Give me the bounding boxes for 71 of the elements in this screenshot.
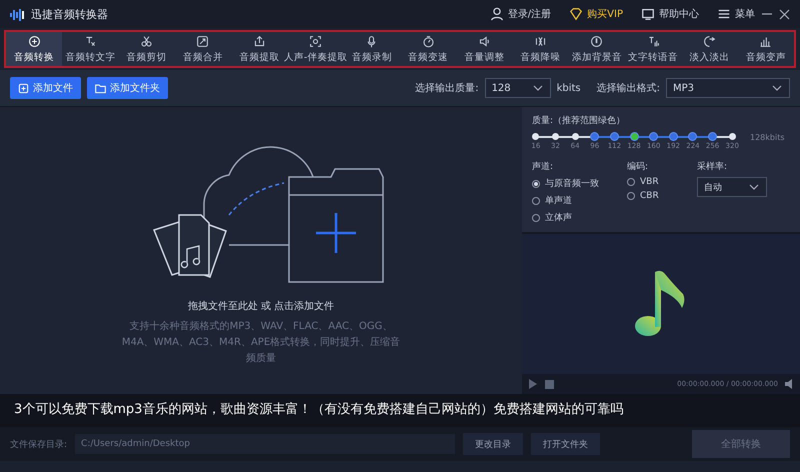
radio-option[interactable]: CBR: [627, 191, 687, 201]
slider-stop[interactable]: [552, 133, 559, 140]
user-icon: [490, 7, 504, 21]
radio-option[interactable]: 与原音频一致: [532, 177, 617, 190]
header-link[interactable]: 帮助中心: [641, 7, 699, 21]
drop-hint: 拖拽文件至此处 或 点击添加文件: [188, 300, 334, 312]
text-speech-icon: [646, 34, 660, 48]
change-dir-button[interactable]: 更改目录: [463, 433, 524, 455]
stopwatch-icon: [422, 34, 435, 48]
quality-reading: 128kbits: [750, 133, 785, 142]
toolbar-tab[interactable]: 音量调整: [456, 32, 513, 66]
play-icon[interactable]: [528, 378, 538, 390]
radio-option[interactable]: 单声道: [532, 194, 617, 207]
toolbar-tab[interactable]: 音频剪切: [118, 32, 175, 66]
radio-option[interactable]: 立体声: [532, 211, 617, 224]
radio-option[interactable]: VBR: [627, 177, 687, 187]
bar-chart-icon: [759, 34, 772, 48]
toolbar-tab[interactable]: 添加背景音: [568, 32, 626, 66]
folder-icon: [95, 82, 106, 94]
header-link[interactable]: 菜单: [717, 7, 755, 21]
speaker-icon[interactable]: [784, 378, 794, 390]
vip-link[interactable]: 购买VIP: [569, 7, 623, 21]
group-title: 声道:: [532, 160, 554, 173]
toolbar-tab[interactable]: 文字转语音: [625, 32, 682, 66]
diamond-icon: [569, 7, 584, 21]
toolbar-tab[interactable]: 音频合并: [174, 32, 232, 66]
slider-stop[interactable]: [572, 133, 579, 140]
slider-stop[interactable]: [532, 133, 540, 140]
monitor-icon: [641, 7, 655, 21]
upload-icon: [252, 34, 266, 48]
group-title: 采样率:: [697, 160, 728, 173]
slider-stop[interactable]: [591, 133, 598, 140]
slider-stop[interactable]: [670, 133, 677, 140]
sample-rate-dropdown[interactable]: 自动: [697, 177, 767, 197]
dropdown[interactable]: MP3: [666, 78, 790, 98]
field-label: 选择输出质量:: [415, 82, 479, 95]
group-title: 编码:: [627, 160, 650, 173]
toolbar-tab[interactable]: 音频变速: [400, 32, 456, 66]
open-folder-button[interactable]: 打开文件夹: [531, 433, 600, 455]
slider-stop[interactable]: [689, 133, 696, 140]
caption-text: 3个可以免费下载mp3音乐的网站，歌曲资源丰富！（有没有免费搭建自己网站的）免费搭建网站的可靠吗: [14, 401, 624, 418]
app-logo-icon: [10, 6, 25, 22]
plus-circle-icon: [28, 34, 41, 48]
waveform-icon: [534, 34, 548, 48]
field-label: 选择输出格式:: [596, 82, 660, 95]
window-title: 迅捷音频转换器: [31, 6, 108, 22]
add-file-button[interactable]: 添加文件: [10, 77, 81, 99]
header-link[interactable]: 登录/注册: [490, 7, 552, 21]
menu-icon: [717, 7, 731, 21]
add-file-icon: [18, 82, 29, 94]
save-dir-label: 文件保存目录:: [10, 438, 68, 450]
toolbar-tab[interactable]: 音频转文字: [62, 32, 119, 66]
slider-stop[interactable]: [728, 133, 736, 140]
toolbar-tab[interactable]: 音频降噪: [512, 32, 569, 66]
supported-formats-text: 支持十余种音频格式的MP3、WAV、FLAC、AAC、OGG、M4A、WMA、AC3、M4R、APE格式转换，同时提升、压缩音频质量: [121, 320, 401, 366]
slider-stop[interactable]: [709, 133, 716, 140]
quality-title: 质量:（推荐范围绿色）: [532, 114, 626, 127]
add-folder-button[interactable]: 添加文件夹: [87, 77, 168, 99]
scan-icon: [309, 34, 322, 48]
scissors-icon: [140, 34, 154, 48]
unit-label: kbits: [556, 82, 581, 94]
slider-stop[interactable]: [650, 133, 658, 140]
toolbar-tab[interactable]: 音频变声: [738, 32, 794, 66]
dropdown[interactable]: 128: [484, 78, 551, 98]
stop-icon[interactable]: [544, 378, 555, 390]
slider-stop[interactable]: [610, 133, 618, 140]
slider-stop[interactable]: [630, 133, 638, 140]
close-icon[interactable]: [779, 8, 790, 20]
speaker-icon: [478, 34, 491, 48]
toolbar-tab[interactable]: 淡入淡出: [681, 32, 738, 66]
toolbar-tab[interactable]: 音频转换: [6, 32, 62, 66]
